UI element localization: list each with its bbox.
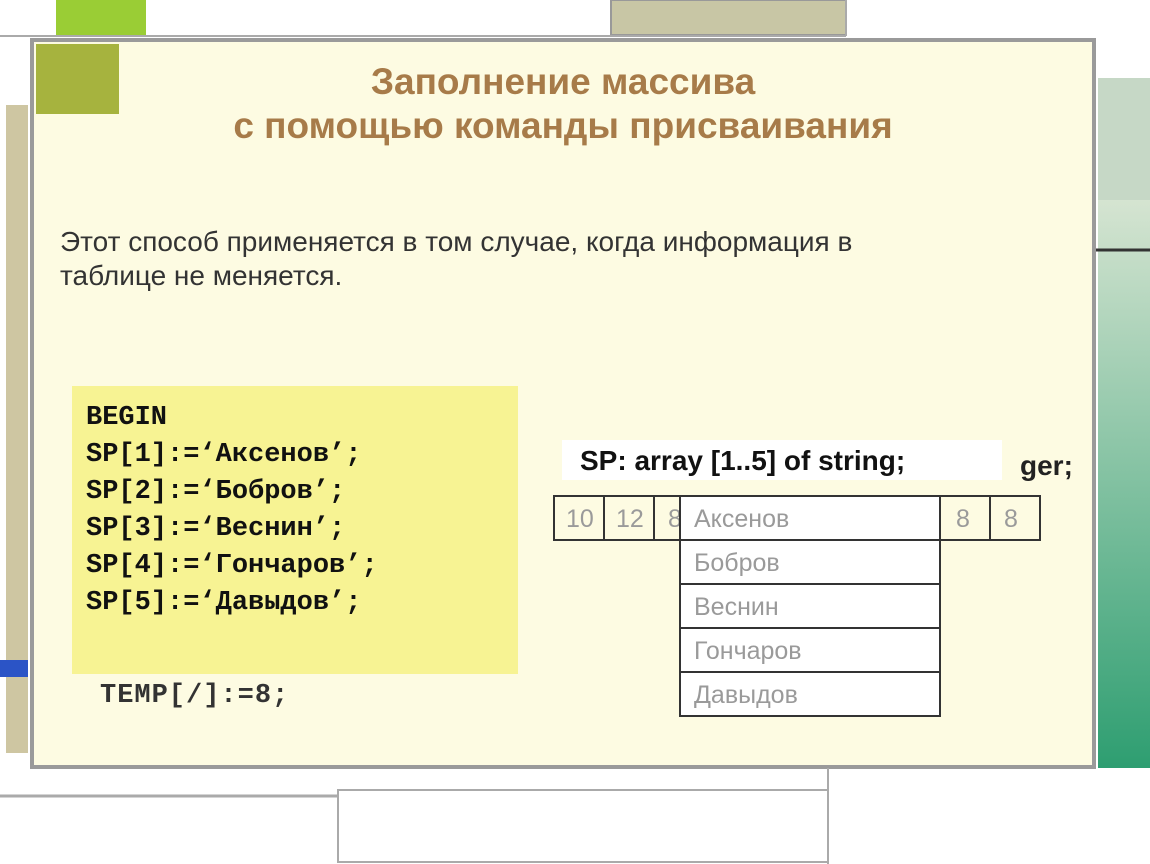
deco-square-top-grey — [611, 0, 846, 35]
title-line-1: Заполнение массива — [371, 61, 756, 102]
deco-right-gradient2 — [1098, 200, 1150, 768]
code-line-2: SP[2]:=‘Бобров’; — [86, 477, 345, 507]
temp-row-right: 8 8 — [940, 496, 1040, 540]
svg-text:10: 10 — [566, 505, 594, 533]
svg-text:Давыдов: Давыдов — [694, 681, 798, 709]
svg-text:8: 8 — [1004, 505, 1018, 533]
array-decl-peek: ger; — [1020, 450, 1073, 481]
title-line-2: с помощью команды присваивания — [233, 105, 892, 146]
code-line-1: SP[1]:=‘Аксенов’; — [86, 440, 361, 470]
deco-bottom-white — [338, 790, 828, 862]
code-line-3: SP[3]:=‘Веснин’; — [86, 514, 345, 544]
svg-text:Бобров: Бобров — [694, 549, 780, 577]
deco-olive-square — [36, 44, 119, 114]
code-line-5: SP[5]:=‘Давыдов’; — [86, 588, 361, 618]
code-begin: BEGIN — [86, 403, 167, 433]
array-decl: SP: array [1..5] of string; — [580, 445, 905, 476]
svg-text:Гончаров: Гончаров — [694, 637, 802, 665]
code-partial: TEMP[/]:=8; — [100, 681, 289, 711]
svg-text:8: 8 — [956, 505, 970, 533]
deco-left-stripe — [6, 105, 28, 753]
svg-text:12: 12 — [616, 505, 644, 533]
deco-square-green — [56, 0, 146, 36]
code-line-4: SP[4]:=‘Гончаров’; — [86, 551, 378, 581]
sp-column: Аксенов Бобров Веснин Гончаров Давыдов — [680, 496, 940, 716]
deco-left-blue — [0, 660, 28, 677]
svg-text:Аксенов: Аксенов — [694, 505, 789, 533]
svg-text:Веснин: Веснин — [694, 593, 779, 621]
